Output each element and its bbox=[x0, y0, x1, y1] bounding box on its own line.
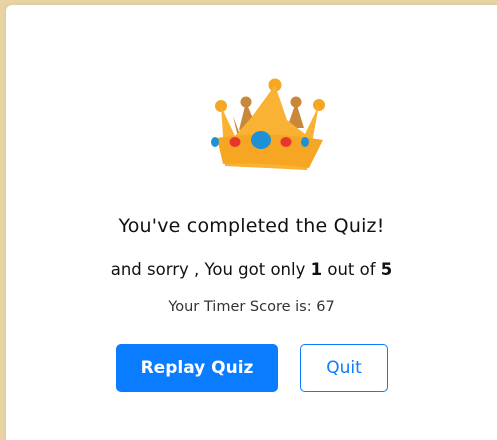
quit-button[interactable]: Quit bbox=[300, 344, 388, 392]
crown-icon bbox=[211, 78, 325, 170]
result-box: You've completed the Quiz! and sorry , Y… bbox=[6, 5, 497, 440]
timer-score-label: Your Timer Score is: bbox=[168, 299, 312, 315]
total-count: 5 bbox=[380, 260, 393, 279]
score-message-prefix: and sorry , You got only bbox=[110, 260, 306, 279]
timer-score: Your Timer Score is: 67 bbox=[6, 299, 497, 315]
timer-score-value: 67 bbox=[316, 299, 335, 315]
score-message: and sorry , You got only 1 out of 5 bbox=[6, 260, 497, 279]
correct-count: 1 bbox=[310, 260, 323, 279]
score-message-middle: out of bbox=[327, 260, 376, 279]
replay-quiz-button[interactable]: Replay Quiz bbox=[116, 344, 278, 392]
completion-title: You've completed the Quiz! bbox=[118, 215, 385, 237]
